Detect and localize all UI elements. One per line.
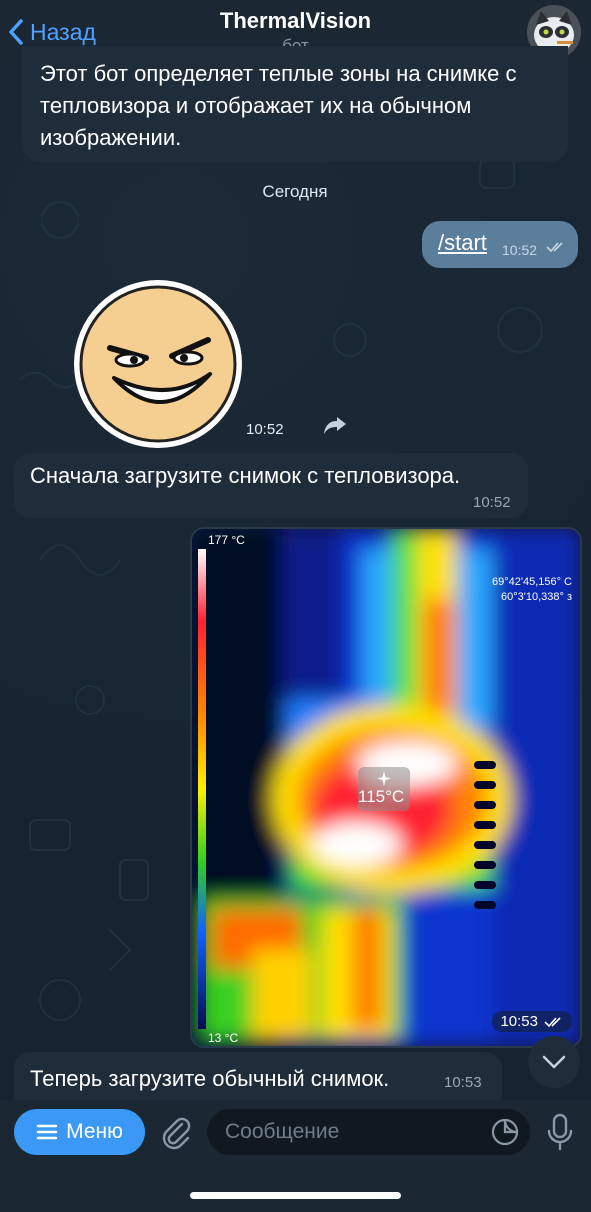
menu-button[interactable]: Меню [14,1109,145,1155]
photo-time-badge: 10:53 [492,1011,572,1032]
incoming-message: Сначала загрузите снимок с тепловизора. … [14,453,528,518]
start-message: /start 10:52 [422,221,578,268]
sticker-time: 10:52 [246,421,284,438]
smirk-face-sticker[interactable] [72,278,244,450]
menu-label: Меню [66,1120,123,1143]
message-time: 10:52 [502,242,538,258]
chevron-down-icon [542,1055,566,1069]
start-command-link[interactable]: /start [438,230,487,256]
hamburger-icon [36,1124,58,1140]
sticker-icon[interactable] [490,1117,520,1147]
scale-min-label: 13 °C [208,1031,239,1045]
scale-max-label: 177 °C [208,533,245,547]
message-input-placeholder: Сообщение [225,1120,340,1143]
incoming-message: Теперь загрузите обычный снимок. 10:53 [14,1052,502,1102]
microphone-icon [547,1113,573,1151]
intro-text: Этот бот определяет теплые зоны на снимк… [40,61,517,150]
message-text: Теперь загрузите обычный снимок. [30,1066,390,1091]
scroll-down-button[interactable] [528,1036,580,1088]
message-time: 10:53 [444,1074,482,1091]
attach-button[interactable] [158,1114,194,1150]
home-indicator [190,1192,401,1199]
spot-temperature: 115°C [358,787,405,806]
forward-icon[interactable] [320,410,350,440]
gps-longitude: 60°3'10,338° з [501,591,572,603]
message-time: 10:52 [473,494,511,511]
message-text: Сначала загрузите снимок с тепловизора. [30,463,461,488]
message-input[interactable]: Сообщение [207,1109,530,1155]
gps-latitude: 69°42'45,156° С [491,576,572,588]
read-checks-icon [544,1016,561,1027]
date-divider: Сегодня [262,182,328,201]
chat-title[interactable]: ThermalVision [0,8,591,34]
intro-message: Этот бот определяет теплые зоны на снимк… [22,46,568,162]
message-time: 10:53 [500,1013,538,1030]
microphone-button[interactable] [545,1112,575,1152]
paperclip-icon [162,1117,191,1150]
read-checks-icon [546,242,563,253]
thermal-photo-message[interactable]: 177 °C 13 °C 69°42'45,156° С 60°3'10,338… [190,527,582,1048]
gps-readout: 69°42'45,156° С 60°3'10,338° з [492,575,572,605]
